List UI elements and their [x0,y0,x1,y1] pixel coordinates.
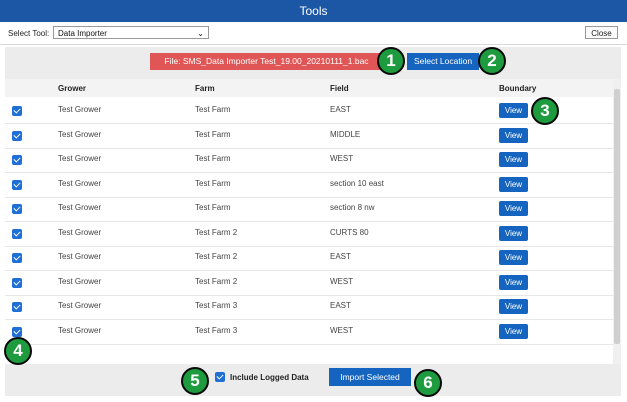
table-row[interactable]: Test Grower Test Farm WEST View [5,148,613,173]
callout-badge-4: 4 [4,337,32,365]
grower-cell: Test Grower [58,252,102,261]
farm-cell: Test Farm 2 [195,227,238,237]
table-row[interactable]: Test Grower Test Farm 3 WEST View [5,320,613,345]
field-cell: WEST [330,325,354,335]
farm-cell: Test Farm 2 [195,276,238,286]
field-cell: EAST [330,105,351,114]
field-cell: EAST [330,252,351,261]
include-logged-checkbox[interactable] [215,372,225,382]
view-boundary-button[interactable]: View [499,274,528,290]
row-checkbox[interactable] [12,155,22,165]
close-button[interactable]: Close [585,26,618,39]
view-boundary-button[interactable]: View [499,323,528,339]
header-farm: Farm [195,84,215,93]
include-logged-label: Include Logged Data [230,373,309,382]
table-header: Grower Farm Field Boundary [5,79,613,97]
table-row[interactable]: Test Grower Test Farm section 10 east View [5,173,613,198]
view-boundary-button[interactable]: View [499,225,528,241]
table-row[interactable]: Test Grower Test Farm MIDDLE View [5,124,613,149]
callout-badge-5: 5 [181,367,209,395]
table-row[interactable]: Test Grower Test Farm 3 EAST View [5,295,613,320]
callout-badge-6: 6 [414,369,442,397]
tool-select-row: Select Tool: Data Importer ⌄ Close [0,22,627,45]
table-row[interactable]: Test Grower Test Farm 2 CURTS 80 View [5,222,613,247]
grower-cell: Test Grower [58,178,102,188]
chevron-down-icon: ⌄ [197,29,204,38]
table-row[interactable]: Test Grower Test Farm 2 EAST View [5,246,613,271]
row-checkbox[interactable] [12,228,22,239]
table-row[interactable]: Test Grower Test Farm EAST View [5,99,613,124]
callout-badge-2: 2 [478,47,506,75]
header-grower: Grower [58,84,87,93]
row-checkbox[interactable] [12,130,22,141]
fields-table: Grower Farm Field Boundary Test Grower Te… [5,79,613,364]
header-field: Field [330,84,349,93]
farm-cell: Test Farm [195,105,231,114]
window-title: Tools [0,0,627,22]
grower-cell: Test Grower [58,276,102,286]
grower-cell: Test Grower [58,227,102,237]
row-checkbox[interactable] [12,302,22,312]
import-selected-button[interactable]: Import Selected [329,368,411,386]
scrollbar-thumb[interactable] [614,89,620,344]
view-boundary-button[interactable]: View [499,152,528,167]
farm-cell: Test Farm [195,178,231,188]
file-path-label: File: SMS_Data Importer Test_19.00_20210… [150,53,383,70]
field-cell: EAST [330,301,351,310]
tool-select-dropdown[interactable]: Data Importer ⌄ [53,26,209,39]
farm-cell: Test Farm [195,203,231,212]
row-checkbox[interactable] [12,204,22,214]
row-checkbox[interactable] [12,326,22,337]
view-boundary-button[interactable]: View [499,299,528,314]
select-location-button[interactable]: Select Location [407,53,479,70]
row-checkbox[interactable] [12,179,22,190]
grower-cell: Test Grower [58,105,102,114]
row-checkbox[interactable] [12,253,22,263]
field-cell: section 10 east [330,178,384,188]
header-boundary: Boundary [499,84,537,93]
view-boundary-button[interactable]: View [499,201,528,216]
table-row[interactable]: Test Grower Test Farm 2 WEST View [5,271,613,296]
field-cell: section 8 nw [330,203,375,212]
farm-cell: Test Farm 3 [195,301,238,310]
view-boundary-button[interactable]: View [499,127,528,143]
field-cell: WEST [330,154,354,163]
row-checkbox[interactable] [12,106,22,116]
farm-cell: Test Farm 3 [195,325,238,335]
field-cell: MIDDLE [330,129,361,139]
grower-cell: Test Grower [58,301,102,310]
importer-panel: File: SMS_Data Importer Test_19.00_20210… [5,47,621,396]
callout-badge-3: 3 [531,97,559,125]
table-scrollbar[interactable] [613,79,621,364]
farm-cell: Test Farm [195,154,231,163]
view-boundary-button[interactable]: View [499,103,528,118]
select-tool-label: Select Tool: [8,29,50,38]
table-row[interactable]: Test Grower Test Farm section 8 nw View [5,197,613,222]
tool-select-value: Data Importer [58,29,107,38]
field-cell: CURTS 80 [330,227,369,237]
grower-cell: Test Grower [58,325,102,335]
view-boundary-button[interactable]: View [499,176,528,192]
row-checkbox[interactable] [12,277,22,288]
grower-cell: Test Grower [58,129,102,139]
view-boundary-button[interactable]: View [499,250,528,265]
farm-cell: Test Farm 2 [195,252,238,261]
grower-cell: Test Grower [58,154,102,163]
callout-badge-1: 1 [377,47,405,75]
field-cell: WEST [330,276,354,286]
farm-cell: Test Farm [195,129,231,139]
footer-bar: Include Logged Data Import Selected [5,365,621,396]
grower-cell: Test Grower [58,203,102,212]
